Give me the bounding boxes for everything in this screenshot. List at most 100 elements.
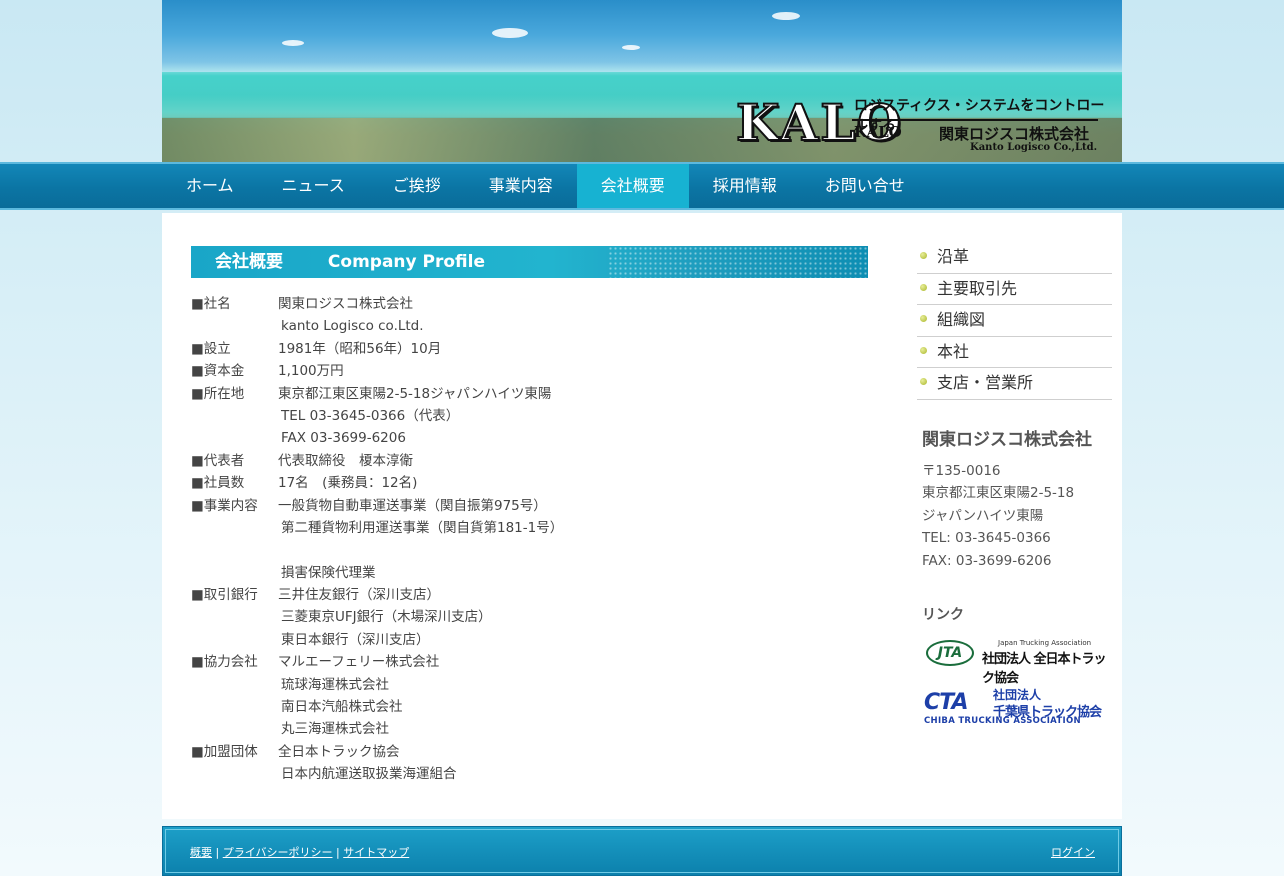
bullet-icon — [920, 252, 927, 259]
cta-org-type: 社団法人 — [993, 688, 1042, 702]
sidebar-address-line2: ジャパンハイツ東陽 — [922, 507, 1044, 524]
profile-values: 東京都江東区東陽2-5-18ジャパンハイツ東陽 TEL 03-3645-0366（… — [278, 383, 831, 450]
profile-value: 一般貨物自動車運送事業（関自振第975号） — [278, 497, 547, 514]
bullet-icon — [920, 315, 927, 322]
cloud-decoration — [492, 28, 528, 38]
bullet-icon — [920, 346, 927, 354]
jta-english-name: Japan Trucking Association — [998, 639, 1092, 647]
jta-japanese-name: 社団法人 全日本トラック協会 — [982, 652, 1107, 686]
profile-value: マルエーフェリー株式会社 — [278, 654, 440, 671]
profile-row: ■代表者 代表取締役 榎本淳衛 — [191, 450, 831, 472]
profile-key: ■加盟団体 — [191, 741, 278, 786]
profile-key: ■所在地 — [191, 383, 278, 450]
profile-value: 関東ロジスコ株式会社 — [278, 296, 413, 312]
profile-row: ■社員数 17名 (乗務員：12名) — [191, 472, 831, 494]
profile-values: 代表取締役 榎本淳衛 — [278, 450, 831, 472]
bullet-icon — [920, 283, 927, 291]
profile-row: ■資本金 1,100万円 — [191, 360, 831, 382]
profile-values: 関東ロジスコ株式会社 kanto Logisco co.Ltd. — [278, 293, 831, 338]
sidebar-address-line1: 東京都江東区東陽2-5-18 — [922, 485, 1075, 502]
profile-value: 南日本汽船株式会社 — [281, 699, 403, 716]
sidebar-company-name: 関東ロジスコ株式会社 — [922, 430, 1092, 450]
sidebar-item-org-chart[interactable]: 組織図 — [917, 305, 1112, 337]
footer-login-link[interactable]: ログイン — [1051, 844, 1095, 860]
profile-key: ■社員数 — [191, 472, 278, 494]
profile-value: FAX 03-3699-6206 — [281, 430, 406, 447]
cta-link-banner[interactable]: CTA 社団法人 千葉県トラック協会 CHIBA TRUCKING ASSOCI… — [922, 688, 1108, 726]
profile-value: 全日本トラック協会 — [278, 743, 400, 760]
profile-value: TEL 03-3645-0366（代表） — [281, 407, 460, 424]
profile-row: ■社名 関東ロジスコ株式会社 kanto Logisco co.Ltd. — [191, 293, 831, 338]
profile-value: 損害保険代理業 — [281, 564, 376, 581]
cloud-decoration — [772, 12, 800, 20]
profile-row: ■所在地 東京都江東区東陽2-5-18ジャパンハイツ東陽 TEL 03-3645-0… — [191, 383, 831, 450]
profile-key: ■事業内容 — [191, 495, 278, 585]
sidebar-item-history[interactable]: 沿革 — [917, 242, 1112, 274]
sidebar-menu: 沿革主要取引先組織図本社支店・営業所 — [917, 242, 1112, 400]
page-title-en: Company Profile — [327, 252, 486, 272]
profile-value: 第二種貨物利用運送事業（関自貨第181-1号） — [281, 519, 564, 536]
profile-row: ■加盟団体 全日本トラック協会日本内航運送取扱業海運組合 — [191, 741, 831, 786]
profile-row: ■協力会社 マルエーフェリー株式会社 琉球海運株式会社 南日本汽船株式会社 丸三海運株式… — [191, 651, 831, 741]
profile-key-label: ■協力会社 — [191, 654, 258, 671]
profile-key-label: ■所在地 — [191, 385, 245, 402]
sidebar-postal-code: 〒135-0016 — [922, 463, 1001, 479]
profile-key-label: ■社名 — [191, 296, 231, 312]
footer-link-privacy[interactable]: プライバシーポリシー — [223, 846, 333, 859]
profile-key-label: ■加盟団体 — [191, 743, 258, 760]
profile-key-label: ■事業内容 — [191, 497, 258, 514]
profile-key-label: ■設立 — [191, 340, 231, 357]
sidebar-item-label: 組織図 — [937, 310, 986, 329]
profile-key-label: ■社員数 — [191, 475, 245, 492]
footer: 概要 | プライバシーポリシー | サイトマップ ログイン — [162, 826, 1122, 876]
profile-values: 1981年（昭和56年）10月 — [278, 338, 831, 360]
cloud-decoration — [282, 40, 304, 46]
page-title-bar: 会社概要 Company Profile — [191, 246, 868, 278]
profile-value: 1981年（昭和56年）10月 — [278, 340, 442, 357]
profile-value: 日本内航運送取扱業海運組合 — [281, 766, 457, 783]
profile-value: 三菱東京UFJ銀行（木場深川支店） — [281, 609, 492, 626]
sidebar-item-branches[interactable]: 支店・営業所 — [917, 368, 1112, 400]
sidebar-item-main-clients[interactable]: 主要取引先 — [917, 274, 1112, 305]
company-profile-table: ■社名 関東ロジスコ株式会社 kanto Logisco co.Ltd. ■設立 198… — [191, 293, 831, 786]
jta-logo-icon: JTA — [926, 640, 974, 666]
profile-values: 17名 (乗務員：12名) — [278, 472, 831, 494]
profile-key-label: ■代表者 — [191, 452, 245, 469]
footer-link-overview[interactable]: 概要 — [190, 846, 212, 859]
sidebar-item-head-office[interactable]: 本社 — [917, 337, 1112, 368]
profile-values: マルエーフェリー株式会社 琉球海運株式会社 南日本汽船株式会社 丸三海運株式会社 — [278, 651, 831, 741]
sidebar-item-label: 支店・営業所 — [937, 373, 1034, 392]
profile-value: kanto Logisco co.Ltd. — [281, 318, 424, 335]
profile-key-label: ■取引銀行 — [191, 587, 258, 604]
profile-key: ■取引銀行 — [191, 584, 278, 651]
profile-value: 三井住友銀行（深川支店） — [278, 587, 440, 604]
cta-logo-icon: CTA — [924, 690, 968, 715]
jta-link-banner[interactable]: JTA Japan Trucking Association 社団法人 全日本ト… — [922, 636, 1108, 686]
profile-key-label: ■資本金 — [191, 363, 245, 380]
profile-values: 1,100万円 — [278, 360, 831, 382]
title-dot-pattern — [608, 246, 868, 278]
profile-key: ■社名 — [191, 293, 278, 338]
footer-link-sitemap[interactable]: サイトマップ — [343, 846, 409, 859]
profile-value: 1,100万円 — [278, 363, 344, 380]
profile-value — [278, 539, 831, 561]
sidebar-company-info: 関東ロジスコ株式会社 〒135-0016 東京都江東区東陽2-5-18 ジャパン… — [922, 425, 1112, 572]
content-panel: 会社概要 Company Profile ■社名 関東ロジスコ株式会社 kanto … — [162, 213, 1122, 819]
profile-value: 丸三海運株式会社 — [281, 721, 389, 738]
profile-values: 三井住友銀行（深川支店） 三菱東京UFJ銀行（木場深川支店） 東日本銀行（深川支店） — [278, 584, 831, 651]
profile-key: ■設立 — [191, 338, 278, 360]
footer-links: 概要 | プライバシーポリシー | サイトマップ — [190, 844, 409, 860]
page-container: KALO ロジスティクス・システムをコントロールする KALO 関東ロジスコ株式… — [162, 0, 1122, 876]
sidebar-item-label: 本社 — [937, 341, 970, 361]
footer-separator: | — [336, 846, 340, 859]
profile-row: ■事業内容 一般貨物自動車運送事業（関自振第975号） 第二種貨物利用運送事業（関自… — [191, 495, 831, 585]
sidebar-fax: FAX: 03-3699-6206 — [922, 552, 1052, 569]
sidebar-item-label: 主要取引先 — [937, 278, 1018, 298]
logo-company-en: Kanto Logisco Co.,Ltd. — [970, 142, 1098, 153]
profile-value: 代表取締役 榎本淳衛 — [278, 452, 413, 469]
profile-values: 一般貨物自動車運送事業（関自振第975号） 第二種貨物利用運送事業（関自貨第181… — [278, 495, 831, 585]
profile-row: ■設立 1981年（昭和56年）10月 — [191, 338, 831, 360]
header-banner: KALO ロジスティクス・システムをコントロールする KALO 関東ロジスコ株式… — [162, 0, 1122, 162]
sidebar-links-heading: リンク — [922, 607, 964, 623]
company-logo[interactable]: KALO ロジスティクス・システムをコントロールする KALO 関東ロジスコ株式… — [734, 93, 1114, 159]
